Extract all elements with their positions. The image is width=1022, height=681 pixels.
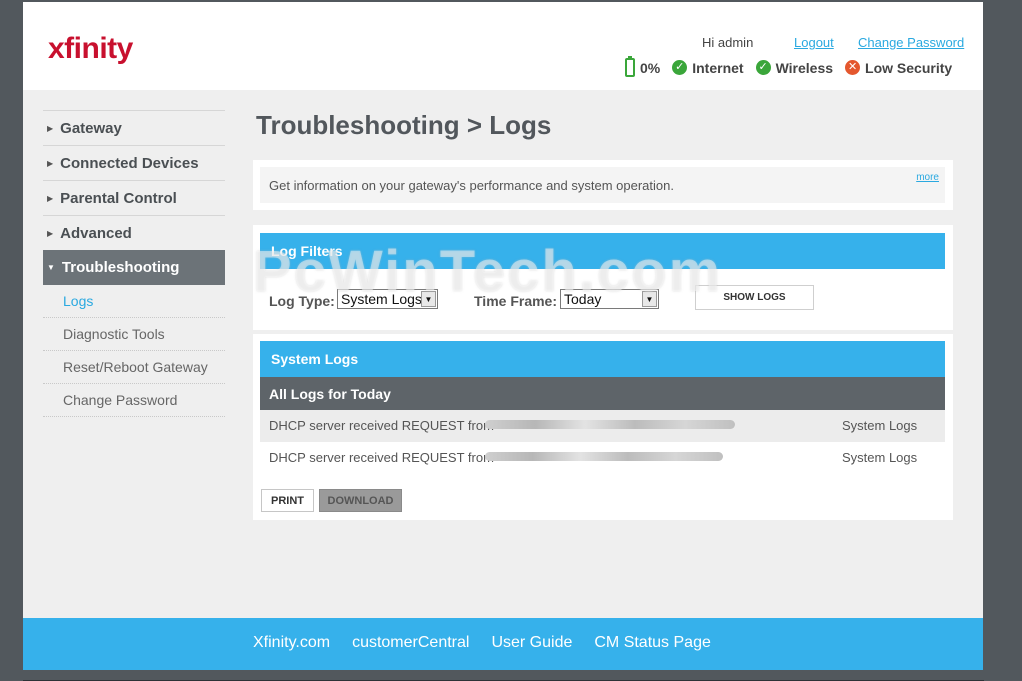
page-title: Troubleshooting > Logs bbox=[256, 110, 552, 140]
footer-link-customer-central[interactable]: customerCentral bbox=[352, 634, 469, 652]
chevron-down-icon: ▼ bbox=[47, 263, 55, 272]
chevron-right-icon: ▶ bbox=[47, 123, 54, 133]
footer-links: Xfinity.com customerCentral User Guide C… bbox=[253, 634, 733, 652]
sidebar-item-parental-control[interactable]: ▶ Parental Control bbox=[43, 180, 225, 215]
battery-label: 0% bbox=[640, 59, 661, 76]
table-row: DHCP server received REQUEST from System… bbox=[260, 442, 945, 474]
sidebar-subitem-change-password[interactable]: Change Password bbox=[43, 384, 225, 417]
x-icon: ✕ bbox=[845, 60, 861, 75]
sidebar-subitem-diagnostic-tools[interactable]: Diagnostic Tools bbox=[43, 318, 225, 351]
redacted-address bbox=[485, 420, 735, 429]
logs-subheader: All Logs for Today bbox=[260, 377, 945, 410]
wireless-label: Wireless bbox=[775, 59, 834, 76]
sidebar-item-label: Troubleshooting bbox=[61, 259, 180, 276]
page: xfinity Hi admin Logout Change Password … bbox=[23, 0, 983, 670]
info-card: Get information on your gateway's perfor… bbox=[253, 160, 953, 210]
logout-link[interactable]: Logout bbox=[794, 35, 834, 50]
log-filters-header: Log Filters bbox=[260, 233, 945, 269]
more-link[interactable]: more bbox=[916, 172, 939, 183]
sidebar-item-gateway[interactable]: ▶ Gateway bbox=[43, 110, 225, 145]
log-message: DHCP server received REQUEST from bbox=[269, 418, 494, 433]
info-box: Get information on your gateway's perfor… bbox=[260, 167, 945, 203]
time-frame-value: Today bbox=[564, 291, 602, 307]
status-bar: 0% ✓ Internet ✓ Wireless ✕ Low Security bbox=[625, 56, 952, 77]
dropdown-arrow-icon: ▼ bbox=[642, 291, 657, 307]
left-gutter bbox=[0, 0, 23, 681]
dropdown-arrow-icon: ▼ bbox=[421, 291, 436, 307]
wireless-status: ✓ Wireless bbox=[755, 59, 834, 76]
log-type-value: System Logs bbox=[341, 291, 422, 307]
log-type-select[interactable]: System Logs ▼ bbox=[337, 289, 438, 309]
system-logs-card: System Logs All Logs for Today DHCP serv… bbox=[253, 334, 953, 520]
security-status: ✕ Low Security bbox=[845, 60, 952, 76]
print-button[interactable]: PRINT bbox=[261, 489, 314, 512]
footer-link-cm-status[interactable]: CM Status Page bbox=[594, 634, 711, 652]
log-type: System Logs bbox=[842, 450, 918, 465]
footer-link-user-guide[interactable]: User Guide bbox=[491, 634, 572, 652]
battery-status: 0% bbox=[625, 56, 661, 77]
footer-link-xfinity[interactable]: Xfinity.com bbox=[253, 634, 330, 652]
xfinity-logo[interactable]: xfinity bbox=[48, 32, 133, 66]
system-logs-header: System Logs bbox=[260, 341, 945, 377]
check-icon: ✓ bbox=[672, 60, 688, 75]
right-gutter bbox=[984, 0, 1022, 681]
sidebar-item-label: Advanced bbox=[60, 224, 132, 242]
battery-icon bbox=[625, 56, 635, 77]
download-button[interactable]: DOWNLOAD bbox=[319, 489, 402, 512]
header: xfinity Hi admin Logout Change Password … bbox=[23, 0, 983, 90]
log-type: System Logs bbox=[842, 418, 918, 433]
sidebar-item-advanced[interactable]: ▶ Advanced bbox=[43, 215, 225, 250]
log-filters-card: Log Filters Log Type: System Logs ▼ Time… bbox=[253, 225, 953, 330]
security-label: Low Security bbox=[865, 59, 953, 76]
redacted-address bbox=[485, 452, 723, 461]
footer: Xfinity.com customerCentral User Guide C… bbox=[23, 618, 983, 670]
show-logs-button[interactable]: SHOW LOGS bbox=[695, 285, 814, 310]
greeting: Hi admin bbox=[702, 35, 754, 50]
chevron-right-icon: ▶ bbox=[47, 228, 54, 238]
table-row: DHCP server received REQUEST from System… bbox=[260, 410, 945, 442]
sidebar-item-label: Connected Devices bbox=[60, 154, 199, 172]
log-message: DHCP server received REQUEST from bbox=[269, 450, 494, 465]
sidebar-item-label: Gateway bbox=[60, 119, 122, 137]
internet-label: Internet bbox=[692, 59, 744, 76]
internet-status: ✓ Internet bbox=[672, 59, 744, 76]
sidebar-subitem-logs[interactable]: Logs bbox=[43, 285, 225, 318]
sidebar-item-troubleshooting[interactable]: ▼ Troubleshooting bbox=[43, 250, 225, 285]
sidebar-item-connected-devices[interactable]: ▶ Connected Devices bbox=[43, 145, 225, 180]
sidebar: ▶ Gateway ▶ Connected Devices ▶ Parental… bbox=[43, 110, 225, 417]
sidebar-item-label: Parental Control bbox=[60, 189, 177, 207]
time-frame-select[interactable]: Today ▼ bbox=[560, 289, 659, 309]
log-type-label: Log Type: bbox=[269, 293, 335, 309]
sidebar-subitem-reset-reboot[interactable]: Reset/Reboot Gateway bbox=[43, 351, 225, 384]
chevron-right-icon: ▶ bbox=[47, 193, 54, 203]
time-frame-label: Time Frame: bbox=[474, 293, 557, 309]
chevron-right-icon: ▶ bbox=[47, 158, 54, 168]
change-password-link[interactable]: Change Password bbox=[858, 35, 964, 50]
info-text: Get information on your gateway's perfor… bbox=[269, 178, 674, 193]
check-icon: ✓ bbox=[755, 60, 771, 75]
